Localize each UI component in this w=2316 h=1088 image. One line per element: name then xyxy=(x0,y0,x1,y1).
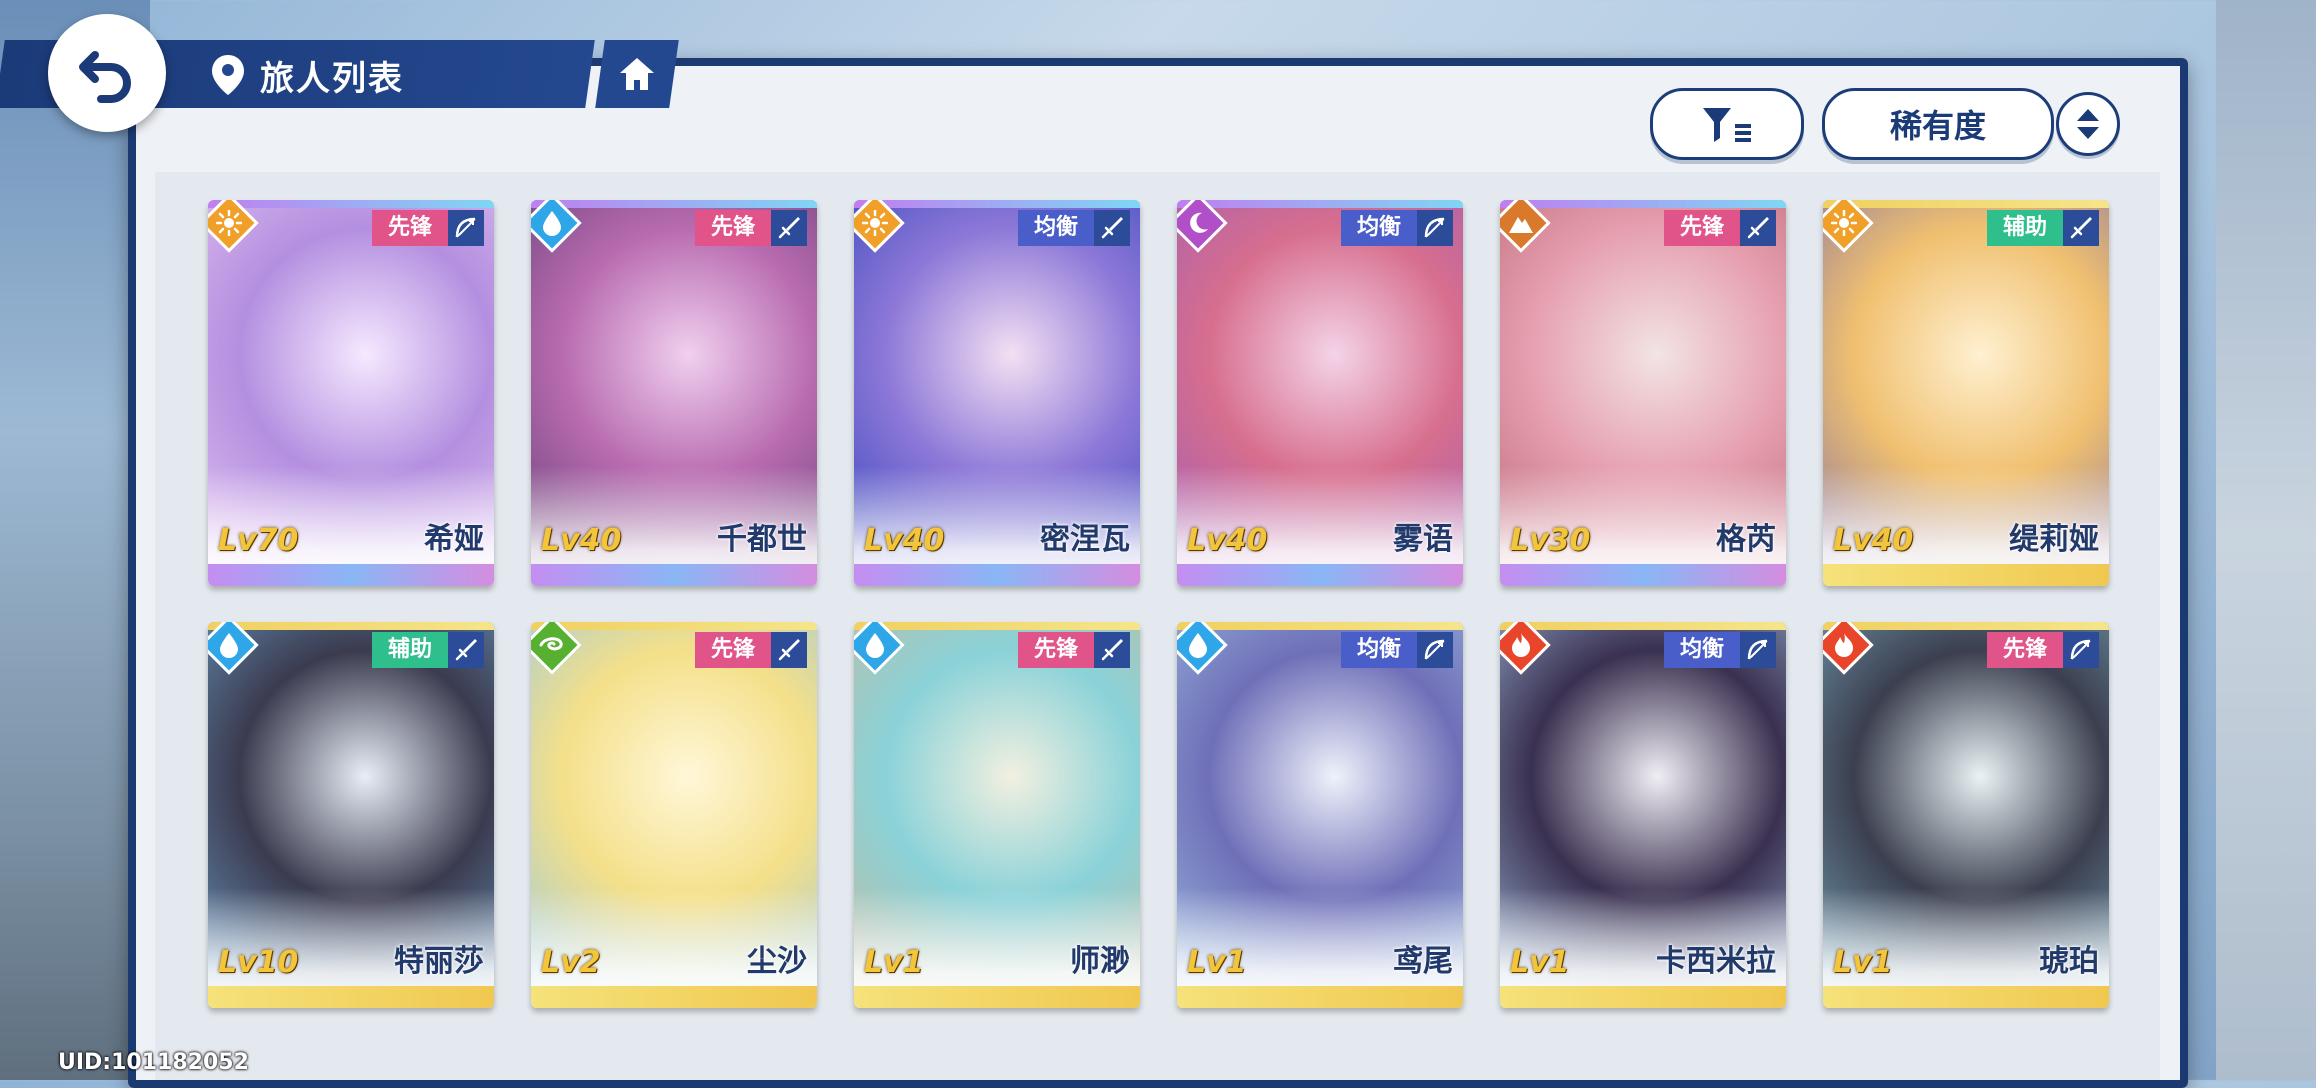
sword-icon xyxy=(771,210,807,246)
bow-icon xyxy=(2063,632,2099,668)
sword-icon xyxy=(771,632,807,668)
rarity-bar xyxy=(208,564,494,586)
rarity-bar xyxy=(1823,986,2109,1008)
character-card[interactable]: 辅助 Lv10 特丽莎 xyxy=(208,622,494,1008)
sort-order-icon xyxy=(2077,109,2099,139)
rarity-bar xyxy=(531,564,817,586)
level-label: Lv40 xyxy=(541,523,622,558)
rarity-bar xyxy=(1177,986,1463,1008)
rarity-bar xyxy=(208,986,494,1008)
character-name: 千都世 xyxy=(717,522,807,557)
fire-element-icon xyxy=(1500,622,1551,675)
page-title: 旅人列表 xyxy=(260,58,404,99)
rarity-bar xyxy=(531,986,817,1008)
character-name: 琥珀 xyxy=(2039,944,2099,979)
back-button[interactable] xyxy=(48,14,166,132)
bow-icon xyxy=(1417,632,1453,668)
rarity-bar xyxy=(854,986,1140,1008)
character-name: 卡西米拉 xyxy=(1656,944,1776,979)
character-card[interactable]: 辅助 Lv40 缇莉娅 xyxy=(1823,200,2109,586)
character-name: 尘沙 xyxy=(747,944,807,979)
character-card[interactable]: 先锋 Lv70 希娅 xyxy=(208,200,494,586)
level-label: Lv1 xyxy=(864,945,924,980)
role-badge: 先锋 xyxy=(1663,210,1740,246)
mountain-element-icon xyxy=(1500,200,1551,253)
filter-button[interactable] xyxy=(1650,88,1804,160)
bow-icon xyxy=(1417,210,1453,246)
sword-icon xyxy=(1094,632,1130,668)
sort-select[interactable]: 稀有度 xyxy=(1822,88,2054,160)
sun-element-icon xyxy=(1823,200,1874,253)
sword-icon xyxy=(1740,210,1776,246)
character-name: 缇莉娅 xyxy=(2009,522,2099,557)
rarity-bar xyxy=(1823,564,2109,586)
character-name: 特丽莎 xyxy=(394,944,484,979)
level-label: Lv1 xyxy=(1187,945,1247,980)
character-name: 密涅瓦 xyxy=(1040,522,1130,557)
background-right xyxy=(2216,0,2316,1080)
role-badge: 均衡 xyxy=(1663,632,1740,668)
role-badge: 先锋 xyxy=(694,210,771,246)
character-name: 鸢尾 xyxy=(1393,944,1453,979)
sword-icon xyxy=(2063,210,2099,246)
uid-label: UID:101182052 xyxy=(58,1050,249,1075)
character-card[interactable]: 均衡 Lv1 鸢尾 xyxy=(1177,622,1463,1008)
character-card[interactable]: 先锋 Lv1 师渺 xyxy=(854,622,1140,1008)
level-label: Lv40 xyxy=(864,523,945,558)
role-badge: 均衡 xyxy=(1017,210,1094,246)
role-badge: 先锋 xyxy=(694,632,771,668)
sun-element-icon xyxy=(854,200,905,253)
character-name: 希娅 xyxy=(424,522,484,557)
role-badge: 先锋 xyxy=(1986,632,2063,668)
character-card[interactable]: 先锋 Lv2 尘沙 xyxy=(531,622,817,1008)
level-label: Lv1 xyxy=(1510,945,1570,980)
character-card[interactable]: 均衡 Lv40 密涅瓦 xyxy=(854,200,1140,586)
water-element-icon xyxy=(1177,622,1228,675)
sword-icon xyxy=(1094,210,1130,246)
rarity-bar xyxy=(1500,986,1786,1008)
page-title-group: 旅人列表 xyxy=(210,45,404,105)
rarity-bar xyxy=(1500,564,1786,586)
role-badge: 辅助 xyxy=(371,632,448,668)
character-name: 师渺 xyxy=(1070,944,1130,979)
level-label: Lv30 xyxy=(1510,523,1591,558)
character-name: 雾语 xyxy=(1393,522,1453,557)
rarity-bar xyxy=(854,564,1140,586)
sword-icon xyxy=(448,632,484,668)
fire-element-icon xyxy=(1823,622,1874,675)
role-badge: 先锋 xyxy=(1017,632,1094,668)
water-element-icon xyxy=(208,622,259,675)
level-label: Lv40 xyxy=(1187,523,1268,558)
rarity-bar xyxy=(1177,564,1463,586)
character-card[interactable]: 均衡 Lv40 雾语 xyxy=(1177,200,1463,586)
filter-icon xyxy=(1703,108,1751,142)
role-badge: 均衡 xyxy=(1340,210,1417,246)
character-card[interactable]: 先锋 Lv30 格芮 xyxy=(1500,200,1786,586)
water-element-icon xyxy=(854,622,905,675)
role-badge: 辅助 xyxy=(1986,210,2063,246)
sort-order-button[interactable] xyxy=(2056,92,2120,156)
level-label: Lv70 xyxy=(218,523,299,558)
level-label: Lv1 xyxy=(1833,945,1893,980)
back-arrow-icon xyxy=(79,51,131,103)
bow-icon xyxy=(1740,632,1776,668)
location-pin-icon xyxy=(212,55,244,95)
bow-icon xyxy=(448,210,484,246)
wind-element-icon xyxy=(531,622,582,675)
role-badge: 均衡 xyxy=(1340,632,1417,668)
character-name: 格芮 xyxy=(1716,522,1776,557)
home-icon xyxy=(620,58,654,90)
level-label: Lv40 xyxy=(1833,523,1914,558)
character-card[interactable]: 先锋 Lv40 千都世 xyxy=(531,200,817,586)
role-badge: 先锋 xyxy=(371,210,448,246)
level-label: Lv2 xyxy=(541,945,601,980)
sun-element-icon xyxy=(208,200,259,253)
level-label: Lv10 xyxy=(218,945,299,980)
character-card[interactable]: 均衡 Lv1 卡西米拉 xyxy=(1500,622,1786,1008)
moon-element-icon xyxy=(1177,200,1228,253)
water-element-icon xyxy=(531,200,582,253)
home-button[interactable] xyxy=(595,40,679,108)
character-card[interactable]: 先锋 Lv1 琥珀 xyxy=(1823,622,2109,1008)
